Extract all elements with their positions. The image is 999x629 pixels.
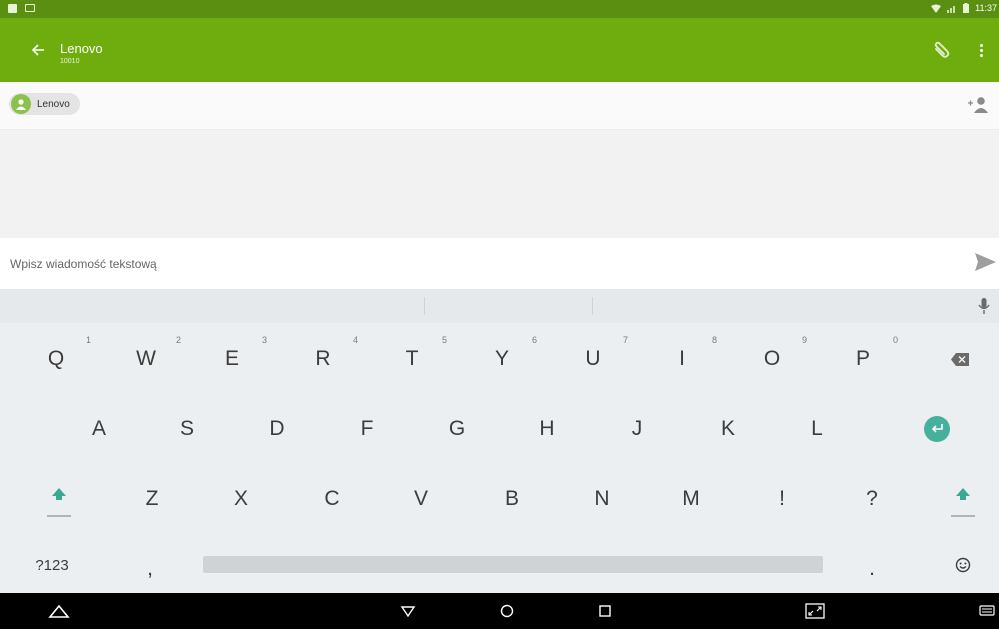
screenshot-icon [805,603,825,619]
back-arrow-icon [31,44,44,56]
key-f[interactable]: F [342,403,392,455]
backspace-icon [951,352,969,366]
period-key[interactable]: . [852,549,892,589]
key-j[interactable]: J [612,403,662,455]
shift-key-left[interactable] [36,473,82,527]
message-list[interactable] [0,130,999,238]
recents-icon [599,605,611,617]
emoji-key[interactable] [946,545,980,585]
status-bar: 11:37 [0,0,999,18]
backspace-key[interactable] [940,337,980,381]
recents-button[interactable] [592,599,618,623]
key-t[interactable]: T5 [387,333,447,385]
key-w[interactable]: W2 [121,333,181,385]
suggestion-strip [0,289,999,323]
key-a[interactable]: A [74,403,124,455]
enter-key[interactable] [914,406,960,452]
app-bar: Lenovo 10010 [0,18,999,82]
attach-button[interactable] [931,40,951,60]
back-icon [401,606,415,617]
recipient-chip[interactable]: Lenovo [9,93,80,115]
image-icon [25,4,35,12]
home-button[interactable] [494,599,520,623]
key-h[interactable]: H [522,403,572,455]
back-button[interactable] [26,38,50,62]
key-x[interactable]: X [216,473,266,525]
shift-icon [951,488,975,517]
key-q[interactable]: Q1 [31,333,91,385]
key-v[interactable]: V [396,473,446,525]
key-y[interactable]: Y6 [477,333,537,385]
key-k[interactable]: K [703,403,753,455]
home-icon [500,604,514,618]
emoji-icon [955,557,971,573]
enter-icon [931,424,943,433]
key-i[interactable]: I8 [657,333,717,385]
key-g[interactable]: G [432,403,482,455]
back-nav-button[interactable] [395,599,421,623]
key-p[interactable]: P0 [838,333,898,385]
key-r[interactable]: R4 [298,333,358,385]
on-screen-keyboard: Q1 W2 E3 R4 T5 Y6 U7 I8 O9 P0 A S D F G … [0,323,999,593]
key-z[interactable]: Z [127,473,177,525]
send-icon [975,253,996,271]
suggestion-divider [424,297,425,315]
add-person-icon [968,97,988,113]
conversation-subtitle: 10010 [60,58,80,65]
comma-key[interactable]: , [130,549,170,589]
key-c[interactable]: C [307,473,357,525]
more-vert-icon [979,43,983,47]
signal-icon [947,5,956,13]
status-time: 11:37 [975,3,997,13]
keyboard-switch-button[interactable] [974,599,999,623]
keyboard-switch-icon [979,605,995,616]
shift-key-right[interactable] [940,473,986,527]
key-question[interactable]: ? [847,473,897,525]
notification-icon [8,4,17,13]
compose-bar [0,238,999,289]
send-button[interactable] [973,250,997,274]
more-options-button[interactable] [971,38,991,62]
key-d[interactable]: D [252,403,302,455]
key-s[interactable]: S [162,403,212,455]
suggestion-divider [592,297,593,315]
shift-icon [47,488,71,517]
key-u[interactable]: U7 [568,333,628,385]
wifi-icon [931,4,942,13]
key-e[interactable]: E3 [207,333,267,385]
navigation-bar [0,593,999,629]
space-bar[interactable] [203,556,823,573]
paperclip-icon [934,41,950,58]
key-l[interactable]: L [792,403,842,455]
person-icon [16,99,26,110]
recipient-row: Lenovo [0,82,999,130]
avatar [11,94,31,114]
key-o[interactable]: O9 [747,333,807,385]
add-recipient-button[interactable] [967,95,989,115]
key-m[interactable]: M [666,473,716,525]
key-exclamation[interactable]: ! [757,473,807,525]
battery-icon [963,3,970,13]
mic-icon [978,298,990,314]
symbols-key[interactable]: ?123 [22,545,82,585]
screenshot-button[interactable] [802,599,828,623]
voice-input-button[interactable] [977,297,991,315]
key-n[interactable]: N [577,473,627,525]
message-input[interactable] [10,253,910,275]
hide-keyboard-icon [48,604,70,618]
conversation-title: Lenovo [60,41,103,56]
key-b[interactable]: B [487,473,537,525]
hide-keyboard-button[interactable] [46,599,72,623]
recipient-chip-label: Lenovo [37,98,70,110]
